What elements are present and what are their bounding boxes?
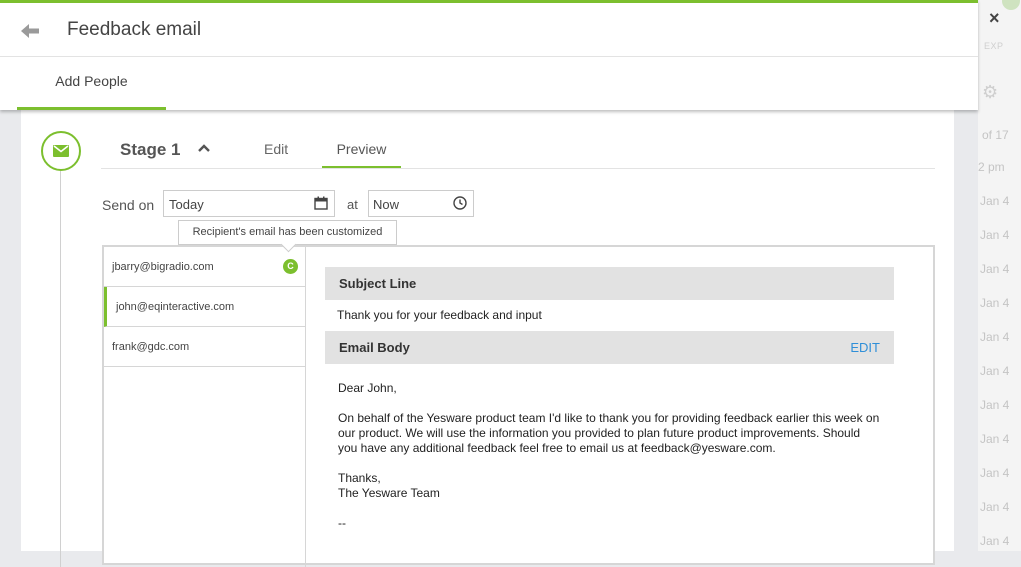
- recipient-item[interactable]: jbarry@bigradio.com C: [104, 247, 305, 287]
- email-signature: The Yesware Team: [338, 486, 440, 500]
- subject-section-header: Subject Line: [325, 267, 894, 300]
- stage-header: Stage 1 Edit Preview: [101, 131, 935, 169]
- email-stage-icon: [41, 131, 81, 171]
- modal-header: Feedback email Add People: [0, 0, 978, 110]
- tab-add-people[interactable]: Add People: [17, 57, 166, 110]
- timeline-line: [60, 167, 61, 567]
- tab-preview[interactable]: Preview: [322, 131, 401, 168]
- edit-body-link[interactable]: EDIT: [850, 331, 880, 364]
- email-preview-box: jbarry@bigradio.com C john@eqinteractive…: [102, 245, 935, 567]
- inbox-date: Jan 4: [980, 364, 1010, 378]
- inbox-date: Jan 4: [980, 228, 1010, 242]
- inbox-date: Jan 4: [980, 262, 1010, 276]
- tab-edit[interactable]: Edit: [264, 141, 288, 157]
- customized-badge: C: [283, 259, 298, 274]
- email-preview: Subject Line Thank you for your feedback…: [325, 267, 894, 546]
- back-arrow-icon[interactable]: [20, 21, 40, 41]
- send-on-label: Send on: [102, 197, 155, 213]
- stage-card: Stage 1 Edit Preview Send on Today at No…: [21, 107, 954, 567]
- at-label: at: [347, 197, 358, 212]
- email-signoff: Thanks,: [338, 471, 381, 485]
- inbox-date: Jan 4: [980, 534, 1010, 548]
- close-icon[interactable]: ×: [989, 8, 1000, 29]
- inbox-date: Jan 4: [980, 330, 1010, 344]
- recipient-item[interactable]: frank@gdc.com: [104, 327, 305, 367]
- email-paragraph: On behalf of the Yesware product team I'…: [338, 411, 880, 455]
- page-count: of 17: [982, 128, 1009, 142]
- inbox-time: 2 pm: [978, 160, 1005, 174]
- expand-label: EXP: [984, 41, 1004, 51]
- stage-label: Stage 1: [120, 140, 181, 159]
- subject-text: Thank you for your feedback and input: [337, 308, 542, 322]
- inbox-date: Jan 4: [980, 500, 1010, 514]
- email-greeting: Dear John,: [338, 381, 397, 395]
- calendar-icon[interactable]: [314, 196, 328, 215]
- inbox-date: Jan 4: [980, 432, 1010, 446]
- recipient-email: frank@gdc.com: [112, 341, 190, 353]
- send-time-value: Now: [373, 197, 400, 212]
- inbox-date: Jan 4: [980, 296, 1010, 310]
- inbox-date: Jan 4: [980, 194, 1010, 208]
- background-inbox-column: × EXP ⚙ of 17 2 pm Jan 4 Jan 4 Jan 4 Jan 4 J…: [978, 0, 1021, 551]
- inbox-date: Jan 4: [980, 466, 1010, 480]
- recipient-email: john@eqinteractive.com: [116, 301, 235, 313]
- send-time-field[interactable]: Now: [368, 190, 474, 217]
- send-date-field[interactable]: Today: [163, 190, 335, 217]
- gear-icon: ⚙: [982, 82, 999, 102]
- inbox-date: Jan 4: [980, 398, 1010, 412]
- customized-tooltip: Recipient's email has been customized: [178, 220, 397, 245]
- body-section-header: Email Body EDIT: [325, 331, 894, 364]
- title-bar: Feedback email: [0, 3, 978, 57]
- clock-icon[interactable]: [453, 196, 467, 215]
- recipient-email: jbarry@bigradio.com: [112, 261, 214, 273]
- chevron-up-icon[interactable]: [197, 141, 211, 155]
- email-separator: --: [338, 516, 346, 530]
- body-section-title: Email Body: [339, 340, 410, 355]
- recipient-list: jbarry@bigradio.com C john@eqinteractive…: [104, 247, 306, 567]
- send-date-value: Today: [169, 197, 204, 212]
- page-title: Feedback email: [67, 19, 202, 40]
- email-body: Dear John, On behalf of the Yesware prod…: [325, 364, 894, 531]
- recipient-item-selected[interactable]: john@eqinteractive.com: [104, 287, 305, 327]
- avatar: [1002, 0, 1020, 10]
